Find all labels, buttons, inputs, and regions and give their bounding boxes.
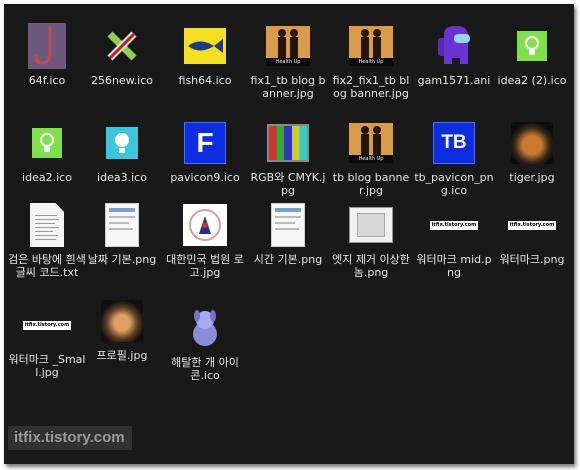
photo-caption: Health Up [275,59,301,65]
file-name: idea2.ico [22,171,72,184]
file-name: gam1571.ani [417,74,491,87]
silhouette-photo-icon: Health Up [264,22,312,70]
file-name: tb blog banner.jpg [332,171,410,197]
file-item[interactable]: idea3.ico [82,119,162,184]
silhouette-photo-icon: Health Up [347,22,395,70]
file-name: 64f.ico [28,74,66,87]
hook-icon [23,22,71,70]
edge-image-icon [347,201,395,249]
file-name: idea3.ico [97,171,147,184]
favicon-tb-icon: TB [430,119,478,167]
file-item[interactable]: RGB와 CMYK.jpg [248,119,328,197]
photo-caption: Health Up [358,59,384,65]
file-item[interactable]: itfix.tistory.com 워터마크.png [492,201,572,266]
file-item[interactable]: 256new.ico [82,22,162,87]
file-item[interactable]: 64f.ico [7,22,87,87]
file-item[interactable]: itfix.tistory.com 워터마크 mid.png [414,201,494,279]
file-name: pavicon9.ico [170,171,240,184]
file-explorer-view: 64f.ico 256new.ico fish64.ico Health Up [4,4,574,464]
file-item[interactable]: 대한민국 법원 로고.jpg [165,201,245,279]
file-name: tiger.jpg [509,171,555,184]
photo-caption: Health Up [358,156,384,162]
file-item[interactable]: 검은 바탕에 흰색 글씨 코드.txt [7,201,87,279]
file-name: 워터마크.png [499,253,565,266]
tools-icon [98,22,146,70]
dog-icon [181,304,229,352]
file-name: idea2 (2).ico [497,74,567,87]
file-item[interactable]: 날짜 기본.png [82,201,162,266]
file-item[interactable]: 해탈한 개 아이콘.ico [165,304,245,382]
screenshot-icon [264,201,312,249]
file-name: 시간 기본.png [253,253,323,266]
file-name: 프로필.jpg [96,349,148,362]
watermark-image-icon: itfix.tistory.com [23,320,71,330]
file-item[interactable]: 프로필.jpg [82,297,162,362]
file-name: 대한민국 법원 로고.jpg [166,253,244,279]
file-name: fix2_fix1_tb blog banner.jpg [332,74,410,100]
file-item[interactable]: Health Up fix2_fix1_tb blog banner.jpg [331,22,411,100]
file-name: fish64.ico [178,74,232,87]
file-item[interactable]: tiger.jpg [492,119,572,184]
file-name: 워터마크 _Small.jpg [8,353,86,379]
court-logo-icon [181,201,229,249]
lightbulb-green-icon [508,22,556,70]
file-name: 검은 바탕에 흰색 글씨 코드.txt [8,253,86,279]
lightbulb-green-icon [23,119,71,167]
file-name: tb_pavicon_png.ico [414,171,494,197]
text-document-icon [23,201,71,249]
watermark-image-icon: itfix.tistory.com [430,220,478,230]
file-name: RGB와 CMYK.jpg [250,171,326,197]
watermark-text: itfix.tistory.com [8,426,132,450]
file-name: 워터마크 mid.png [416,253,492,279]
screenshot-icon [98,201,146,249]
tiger-photo-icon [508,119,556,167]
file-item[interactable]: F pavicon9.ico [165,119,245,184]
watermark-image-icon: itfix.tistory.com [508,220,556,230]
file-item[interactable]: TB tb_pavicon_png.ico [414,119,494,197]
favicon-f-icon: F [181,119,229,167]
file-item[interactable]: gam1571.ani [414,22,494,87]
file-item[interactable]: fish64.ico [165,22,245,87]
file-name: 엣지 제거 이상한 놈.png [332,253,410,279]
file-name: fix1_tb blog banner.jpg [250,74,326,100]
file-item[interactable]: 엣지 제거 이상한 놈.png [331,201,411,279]
fish-icon [181,22,229,70]
file-item[interactable]: Health Up fix1_tb blog banner.jpg [248,22,328,100]
tiger-profile-icon [98,297,146,345]
silhouette-photo-icon: Health Up [347,119,395,167]
amongus-icon [430,22,478,70]
file-item[interactable]: 시간 기본.png [248,201,328,266]
file-name: 날짜 기본.png [87,253,157,266]
lightbulb-cyan-icon [98,119,146,167]
file-item[interactable]: Health Up tb blog banner.jpg [331,119,411,197]
file-name: 256new.ico [90,74,154,87]
file-item[interactable]: idea2.ico [7,119,87,184]
file-item[interactable]: idea2 (2).ico [492,22,572,87]
file-item[interactable]: itfix.tistory.com 워터마크 _Small.jpg [7,301,87,379]
file-name: 해탈한 개 아이콘.ico [171,356,239,382]
color-chart-icon [264,119,312,167]
